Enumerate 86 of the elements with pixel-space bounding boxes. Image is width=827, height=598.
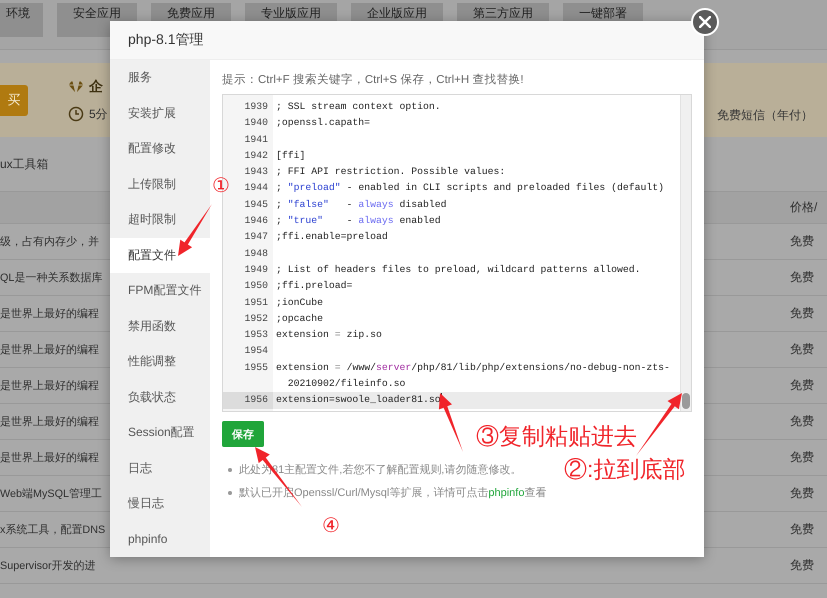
line-number: 1941 [243,132,269,147]
banner-title: 企 [89,78,103,96]
table-cell-text: 免费 [790,521,815,538]
table-cell: 是世界上最好的编程 [0,342,99,356]
code-line: ;opcache [276,312,324,326]
column-header: 价格/ [790,199,818,216]
clock-icon [68,106,84,122]
table-cell: 是世界上最好的编程 [0,414,99,428]
sidebar-item[interactable]: phpinfo [110,522,210,557]
table-cell: Web端MySQL管理工 [0,486,102,500]
code-line: ; List of headers files to preload, wildcard patterns allowed. [276,262,642,277]
table-cell: 是世界上最好的编程 [0,306,99,320]
code-line: ; "false" - always disabled [276,198,448,212]
table-cell-text: 免费 [790,485,815,502]
sidebar-item[interactable]: 配置文件 [110,238,210,273]
line-number: 1948 [243,246,269,261]
code-line: ; "true" - always enabled [276,214,442,228]
sidebar-item[interactable]: 负载状态 [110,380,210,415]
sidebar-item[interactable]: 上传限制 [110,166,210,202]
diamond-icon [68,80,84,94]
table-cell-text: 免费 [790,449,815,466]
toolbox-title: ux工具箱 [0,156,49,172]
annotation-text: ① [212,176,230,196]
line-number: 1943 [243,165,269,180]
line-number: 1952 [243,312,269,326]
category-tab[interactable]: 环境 [0,3,43,37]
close-icon [699,16,711,28]
banner-note: 免费短信（年付） [717,106,813,124]
sidebar-item[interactable]: 安装扩展 [110,96,210,131]
banner-subtitle: 5分 [89,106,108,122]
table-cell-text: 免费 [790,305,815,322]
line-number: 1944 [243,181,269,196]
bullet-icon [228,468,232,472]
line-number: 1939 [243,100,269,114]
sidebar-item[interactable]: 服务 [110,60,210,96]
sidebar-item[interactable]: 性能调整 [110,344,210,380]
table-cell-text: 免费 [790,341,815,358]
line-number: 1945 [243,198,269,212]
code-line: ;openssl.capath= [276,116,372,130]
table-cell-text: 免费 [790,233,815,250]
table-cell-text: 免费 [790,557,815,574]
sidebar-item[interactable]: FPM配置文件 [110,273,210,308]
scrollbar-thumb[interactable] [682,393,690,409]
annotation-text: ④ [322,516,340,536]
line-number: 1954 [243,344,269,358]
bullet-icon [228,490,232,494]
code-line: ; "preload" - enabled in CLI scripts and preloaded files (default) [276,181,666,196]
code-line: ;ionCube [276,296,324,310]
sidebar-item[interactable]: 配置修改 [110,131,210,166]
line-number: 1946 [243,214,269,228]
table-cell: 是世界上最好的编程 [0,450,99,464]
table-cell: 是世界上最好的编程 [0,378,99,392]
sidebar-item[interactable]: 慢日志 [110,486,210,522]
annotation-arrow [178,204,212,256]
code-line: ;ffi.preload= [276,279,354,294]
line-number: 1940 [243,116,269,130]
table-cell-text: 免费 [790,413,815,430]
line-number: 1953 [243,328,269,342]
table-cell: x系统工具，配置DNS [0,522,106,536]
line-number: 1947 [243,230,269,244]
sidebar-item[interactable]: Session配置 [110,415,210,450]
line-number: 1949 [243,262,269,277]
sidebar-item[interactable]: 超时限制 [110,202,210,238]
table-cell: QL是一种关系数据库 [0,270,102,284]
annotation-arrow [636,393,682,456]
annotation-text: ②:拉到底部 [564,458,686,481]
code-line: extension = zip.so [276,328,383,342]
annotation-text: ③复制粘贴进去 [476,425,637,448]
scrollbar[interactable] [680,95,691,411]
line-number: 1950 [243,279,269,294]
code-line: ; SSL stream context option. [276,100,442,114]
annotation-arrow [438,393,463,452]
line-number: 1956 [223,392,273,409]
code-line: ;ffi.enable=preload [276,230,389,244]
line-number: 1942 [243,148,269,163]
sidebar-item[interactable]: 禁用函数 [110,308,210,344]
table-cell: Supervisor开发的进 [0,558,96,572]
table-cell: 级，占有内存少，并 [0,234,99,248]
editor-hint: 提示：Ctrl+F 搜索关键字，Ctrl+S 保存，Ctrl+H 查找替换! [222,72,525,87]
line-number: 1951 [243,296,269,310]
code-line: [ffi] [276,148,306,163]
line-number: 1955 [243,360,269,375]
sidebar-item[interactable]: 日志 [110,450,210,486]
code-line: ; FFI API restriction. Possible values: [276,165,506,180]
table-cell-text: 免费 [790,377,815,394]
table-cell-text: 免费 [790,269,815,286]
